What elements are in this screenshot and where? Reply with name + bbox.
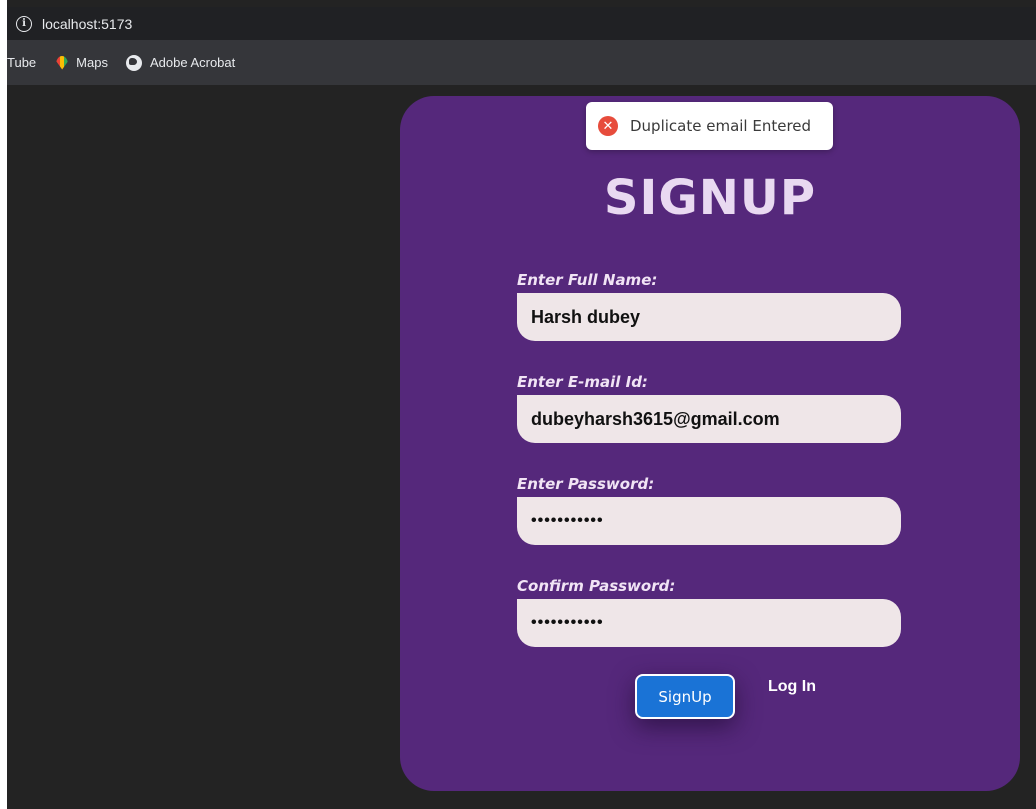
password-input[interactable] (517, 497, 901, 545)
toast-message: Duplicate email Entered (630, 117, 812, 135)
maps-pin-icon (56, 55, 69, 70)
page-title: SIGNUP (603, 170, 817, 226)
signup-button[interactable]: SignUp (635, 674, 735, 719)
address-bar[interactable]: i localhost:5173 (7, 7, 1036, 40)
bookmark-adobe-acrobat[interactable]: Adobe Acrobat (125, 54, 236, 71)
info-icon[interactable]: i (16, 15, 32, 32)
bookmark-maps[interactable]: Maps (54, 55, 108, 70)
email-label: Enter E-mail Id: (517, 373, 648, 391)
full-name-label: Enter Full Name: (517, 271, 658, 289)
confirm-password-input[interactable] (517, 599, 901, 647)
full-name-input[interactable] (517, 293, 901, 341)
error-toast[interactable]: ✕ Duplicate email Entered (586, 102, 833, 150)
error-x-icon: ✕ (598, 116, 618, 136)
url-text[interactable]: localhost:5173 (42, 16, 132, 32)
bookmark-youtube[interactable]: Tube (7, 55, 36, 70)
window-edge (0, 0, 7, 809)
email-input[interactable] (517, 395, 901, 443)
password-label: Enter Password: (517, 475, 655, 493)
bookmarks-bar: Tube Maps Adobe Acrobat (7, 40, 1036, 85)
globe-icon (125, 54, 142, 71)
login-link[interactable]: Log In (768, 678, 816, 696)
confirm-password-label: Confirm Password: (517, 577, 676, 595)
bookmark-label: Maps (76, 55, 108, 70)
bookmark-label: Adobe Acrobat (149, 55, 236, 70)
bookmark-label: Tube (7, 55, 37, 70)
